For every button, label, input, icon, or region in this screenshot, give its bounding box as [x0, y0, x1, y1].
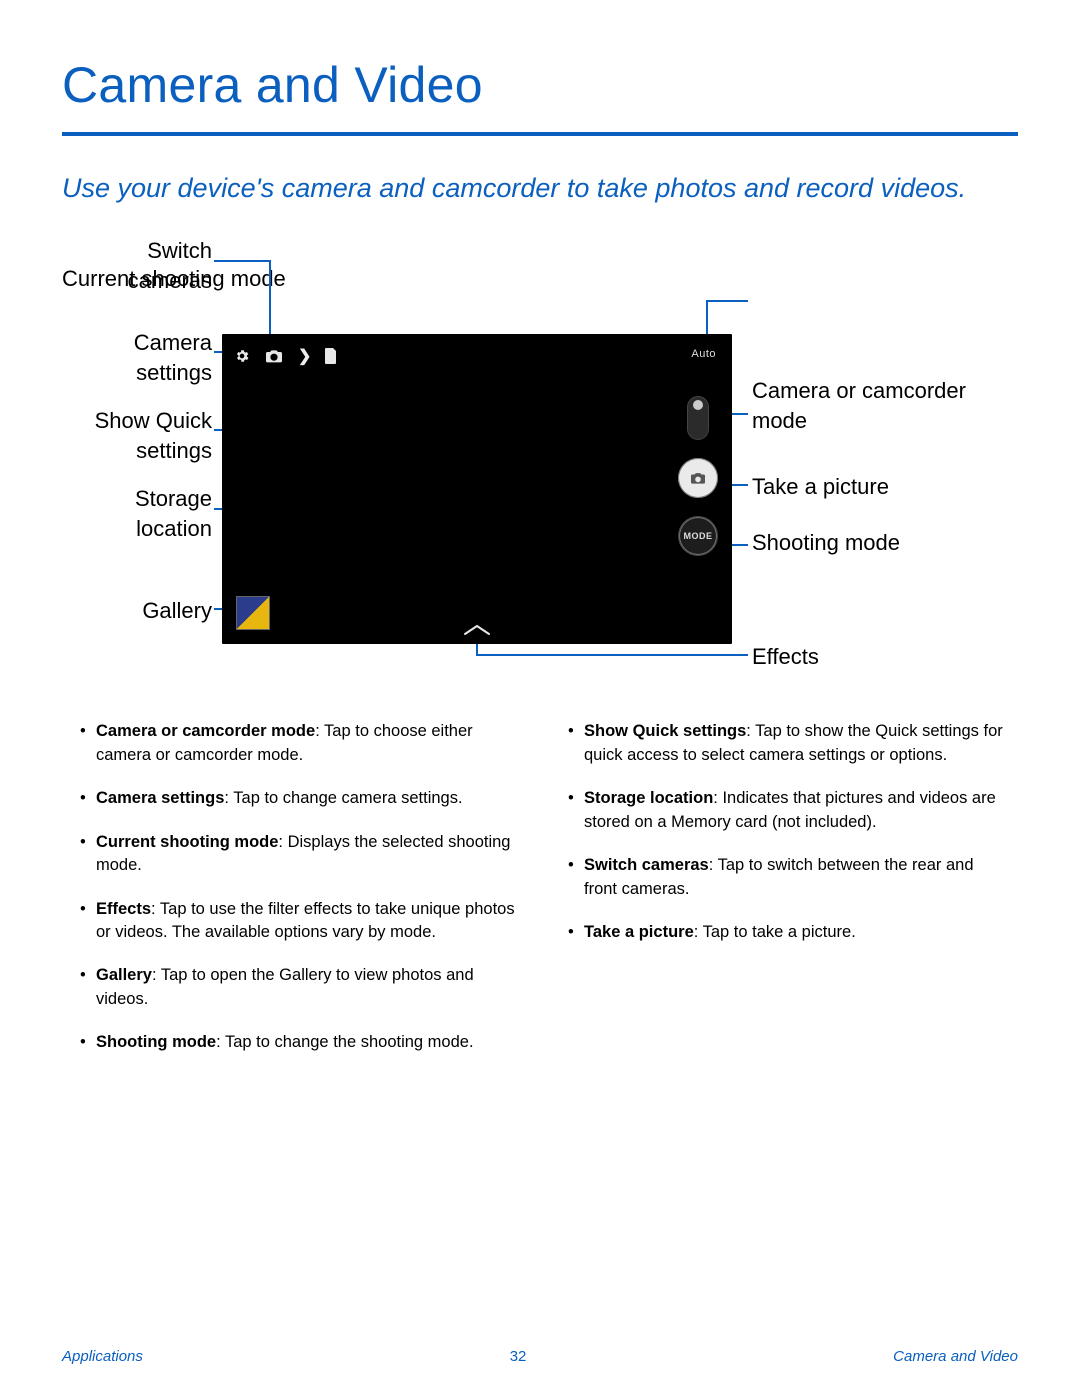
bullet-item: Shooting mode: Tap to change the shootin…: [76, 1031, 516, 1054]
bullet-list: Camera or camcorder mode: Tap to choose …: [76, 720, 516, 1054]
page-title: Camera and Video: [62, 56, 1018, 114]
callout-gallery: Gallery: [62, 596, 212, 626]
bullet-desc: : Tap to open the Gallery to view photos…: [96, 966, 474, 1007]
mode-button[interactable]: MODE: [678, 516, 718, 556]
camera-topbar: ❯: [234, 346, 337, 366]
bullet-item: Storage location: Indicates that picture…: [564, 787, 1004, 834]
bullet-term: Camera or camcorder mode: [96, 722, 315, 740]
bullet-item: Gallery: Tap to open the Gallery to view…: [76, 964, 516, 1011]
callout-camera-or-camcorder-mode: Camera or camcorder mode: [752, 376, 992, 435]
auto-mode-label: Auto: [691, 348, 716, 360]
leader-line: [476, 642, 478, 654]
callout-show-quick-settings: Show Quick settings: [62, 406, 212, 465]
callout-effects: Effects: [752, 642, 992, 672]
bullet-desc: : Tap to take a picture.: [694, 923, 856, 941]
footer-page-number: 32: [510, 1348, 527, 1365]
mode-button-label: MODE: [684, 531, 713, 541]
effects-chevron-icon[interactable]: [463, 624, 491, 636]
camera-camcorder-toggle[interactable]: [687, 396, 709, 440]
bullet-term: Show Quick settings: [584, 722, 746, 740]
gallery-thumbnail[interactable]: [236, 596, 270, 630]
title-rule: [62, 132, 1018, 136]
leader-line: [269, 260, 271, 344]
switch-camera-icon[interactable]: [264, 348, 284, 364]
bullet-column-right: Show Quick settings: Tap to show the Qui…: [564, 720, 1004, 1074]
bullet-item: Camera or camcorder mode: Tap to choose …: [76, 720, 516, 767]
leader-line: [706, 300, 748, 302]
bullet-item: Show Quick settings: Tap to show the Qui…: [564, 720, 1004, 767]
callout-storage-location: Storage location: [62, 484, 212, 543]
footer-right: Camera and Video: [893, 1348, 1018, 1365]
bullet-item: Effects: Tap to use the filter effects t…: [76, 898, 516, 945]
bullet-column-left: Camera or camcorder mode: Tap to choose …: [76, 720, 516, 1074]
chevron-right-icon[interactable]: ❯: [298, 346, 311, 366]
bullet-term: Effects: [96, 900, 151, 918]
bullet-list: Show Quick settings: Tap to show the Qui…: [564, 720, 1004, 944]
bullet-item: Current shooting mode: Displays the sele…: [76, 831, 516, 878]
bullet-term: Current shooting mode: [96, 833, 278, 851]
bullet-item: Switch cameras: Tap to switch between th…: [564, 854, 1004, 901]
callout-camera-settings: Camera settings: [62, 328, 212, 387]
bullet-item: Take a picture: Tap to take a picture.: [564, 921, 1004, 944]
camera-screenshot: ❯ Auto MODE: [222, 334, 732, 644]
bullet-desc: : Tap to change camera settings.: [224, 789, 462, 807]
bullet-desc: : Tap to use the filter effects to take …: [96, 900, 515, 941]
bullet-columns: Camera or camcorder mode: Tap to choose …: [62, 720, 1018, 1074]
shutter-button[interactable]: [678, 458, 718, 498]
bullet-item: Camera settings: Tap to change camera se…: [76, 787, 516, 810]
bullet-term: Switch cameras: [584, 856, 709, 874]
camera-diagram: Switch cameras Camera settings Show Quic…: [62, 236, 1022, 676]
callout-shooting-mode: Shooting mode: [752, 528, 992, 558]
callout-take-a-picture: Take a picture: [752, 472, 992, 502]
camera-right-controls: MODE: [678, 396, 718, 556]
callout-current-shooting-mode: Current shooting mode: [62, 264, 302, 294]
page-footer: Applications 32 Camera and Video: [0, 1348, 1080, 1365]
leader-line: [214, 260, 269, 262]
page: Camera and Video Use your device's camer…: [0, 0, 1080, 1397]
leader-line: [476, 654, 748, 656]
gear-icon[interactable]: [234, 348, 250, 364]
lead-paragraph: Use your device's camera and camcorder t…: [62, 170, 1002, 206]
bullet-term: Take a picture: [584, 923, 694, 941]
storage-card-icon[interactable]: [325, 348, 337, 364]
bullet-desc: : Tap to change the shooting mode.: [216, 1033, 473, 1051]
bullet-term: Shooting mode: [96, 1033, 216, 1051]
bullet-term: Storage location: [584, 789, 713, 807]
footer-left: Applications: [62, 1348, 143, 1365]
bullet-term: Gallery: [96, 966, 152, 984]
bullet-term: Camera settings: [96, 789, 224, 807]
